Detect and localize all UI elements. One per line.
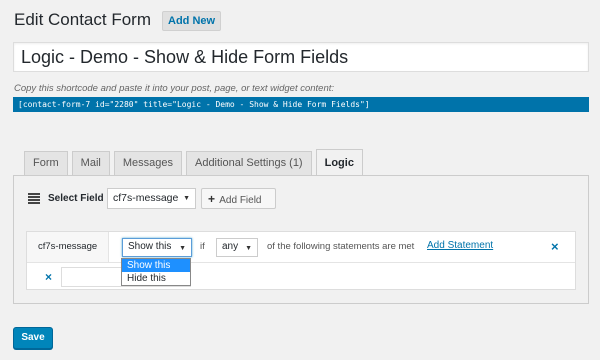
logic-rule: cf7s-message Show this ▼ if any ▼ of the… (26, 231, 576, 290)
list-icon (28, 193, 40, 204)
action-select[interactable]: Show this ▼ (122, 238, 192, 257)
dropdown-option-hide[interactable]: Hide this (122, 272, 190, 285)
tab-additional-settings[interactable]: Additional Settings (1) (185, 151, 312, 175)
plus-icon: + (208, 192, 216, 206)
page-title: Edit Contact Form (14, 10, 151, 29)
panel-tabs: Form Mail Messages Additional Settings (… (24, 149, 363, 175)
chevron-down-icon: ▼ (183, 195, 190, 202)
add-new-button[interactable]: Add New (162, 11, 222, 31)
shortcode-help-text: Copy this shortcode and paste it into yo… (14, 83, 335, 94)
tab-messages[interactable]: Messages (113, 151, 182, 175)
statements-text: of the following statements are met (267, 241, 415, 252)
tab-mail[interactable]: Mail (71, 151, 110, 175)
add-field-label: Add Field (219, 195, 262, 206)
chevron-down-icon: ▼ (179, 245, 186, 252)
field-select-value: cf7s-message (113, 192, 179, 204)
remove-statement-icon[interactable]: × (45, 270, 52, 284)
action-dropdown-list: Show this Hide this (121, 258, 191, 286)
match-select-value: any (222, 241, 239, 252)
add-statement-link[interactable]: Add Statement (427, 240, 493, 251)
chevron-down-icon: ▼ (245, 245, 252, 252)
save-button[interactable]: Save (13, 327, 53, 349)
select-field-label: Select Field (48, 193, 104, 204)
close-icon[interactable]: × (551, 239, 559, 254)
rule-field-name: cf7s-message (27, 232, 109, 262)
tab-form[interactable]: Form (24, 151, 68, 175)
action-select-value: Show this (128, 241, 172, 252)
dropdown-option-show[interactable]: Show this (122, 259, 190, 272)
if-label: if (200, 241, 205, 252)
form-title-input[interactable] (13, 42, 589, 72)
match-select[interactable]: any ▼ (216, 238, 258, 257)
rule-header-row: cf7s-message Show this ▼ if any ▼ of the… (27, 232, 575, 263)
logic-panel: Select Field cf7s-message ▼ + Add Field … (13, 175, 589, 304)
field-select[interactable]: cf7s-message ▼ (107, 188, 196, 209)
shortcode-box[interactable]: [contact-form-7 id="2280" title="Logic -… (13, 97, 589, 112)
add-field-button[interactable]: + Add Field (201, 188, 276, 209)
tab-logic[interactable]: Logic (315, 149, 363, 175)
